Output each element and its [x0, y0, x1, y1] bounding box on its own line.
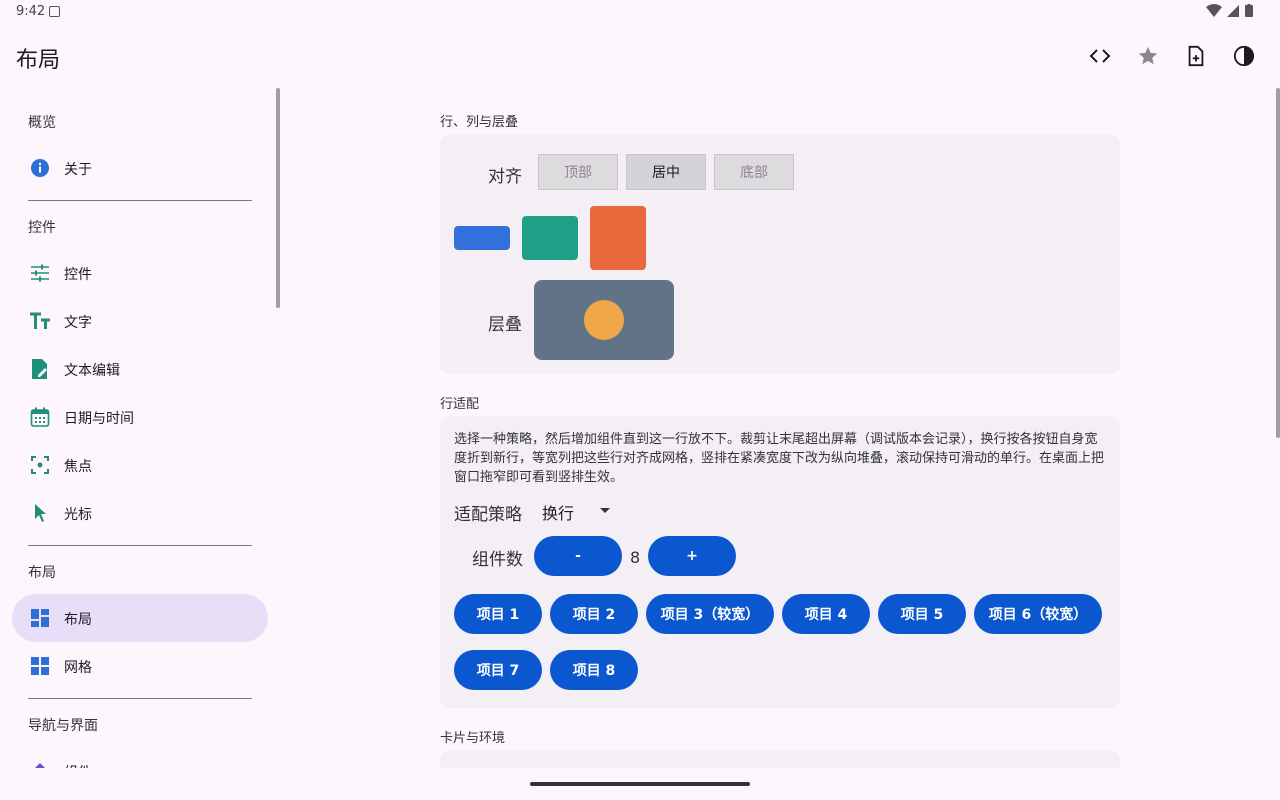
info-icon: [28, 156, 52, 180]
pointer-icon: [28, 501, 52, 525]
status-icons: [1206, 4, 1254, 18]
divider: [28, 200, 252, 201]
align-center-button[interactable]: 居中: [626, 154, 706, 190]
item-chip[interactable]: 项目 8: [550, 650, 638, 690]
item-chip[interactable]: 项目 5: [878, 594, 966, 634]
count-label: 组件数: [472, 550, 523, 570]
sidebar-item-label: 光标: [64, 507, 92, 523]
demo-box-teal: [522, 216, 578, 260]
sidebar-scrollbar[interactable]: [276, 88, 280, 308]
divider: [28, 545, 252, 546]
sidebar-item-text[interactable]: 文字: [12, 297, 268, 345]
new-document-button[interactable]: [1180, 40, 1212, 72]
sidebar-item-date-time[interactable]: 日期与时间: [12, 393, 268, 441]
sidebar-item-label: 控件: [64, 267, 92, 283]
count-value: 8: [630, 548, 641, 567]
theme-toggle-button[interactable]: [1228, 40, 1260, 72]
favorite-button[interactable]: [1132, 40, 1164, 72]
stack-circle: [584, 300, 624, 340]
increment-button[interactable]: +: [648, 536, 736, 576]
sidebar-item-controls[interactable]: 控件: [12, 249, 268, 297]
align-bottom-button[interactable]: 底部: [714, 154, 794, 190]
cell-signal-icon: [1227, 5, 1239, 17]
row-fit-description: 选择一种策略，然后增加组件直到这一行放不下。裁剪让末尾超出屏幕（调试版本会记录）…: [454, 432, 1105, 485]
battery-icon: [1245, 4, 1253, 17]
rows-card: 对齐 顶部 居中 底部 层叠: [440, 134, 1120, 374]
page-title: 布局: [16, 48, 61, 73]
strategy-label: 适配策略: [454, 505, 522, 525]
strategy-value: 换行: [542, 504, 575, 523]
sidebar-item-grid[interactable]: 网格: [12, 642, 268, 690]
sidebar-item-layout[interactable]: 布局: [12, 594, 268, 642]
center-focus-icon: [28, 453, 52, 477]
app-bar-actions: [1084, 40, 1260, 72]
stack-demo: [534, 280, 674, 360]
section-title-cards: 卡片与环境: [440, 731, 506, 746]
sidebar-item-text-editing[interactable]: 文本编辑: [12, 345, 268, 393]
demo-box-blue: [454, 226, 510, 250]
section-heading-overview: 概览: [28, 115, 56, 131]
grid-icon: [28, 654, 52, 678]
tune-icon: [28, 261, 52, 285]
diamond-icon: [28, 759, 52, 768]
home-indicator[interactable]: [530, 782, 750, 786]
code-button[interactable]: [1084, 40, 1116, 72]
section-heading-layout: 布局: [28, 565, 56, 581]
row-fit-card: 选择一种策略，然后增加组件直到这一行放不下。裁剪让末尾超出屏幕（调试版本会记录）…: [440, 416, 1120, 708]
item-chip[interactable]: 项目 7: [454, 650, 542, 690]
navigation-sidebar: 概览 关于 控件 控件 文字 文本编辑 日期与时间 焦点 光标 布局 布局 网格…: [0, 88, 280, 768]
wifi-icon: [1206, 4, 1222, 17]
item-chip[interactable]: 项目 1: [454, 594, 542, 634]
sidebar-item-label: 关于: [64, 162, 92, 178]
align-label: 对齐: [488, 167, 522, 187]
stack-label: 层叠: [488, 315, 522, 335]
edit-document-icon: [28, 357, 52, 381]
decrement-button[interactable]: -: [534, 536, 622, 576]
sidebar-item-cursor[interactable]: 光标: [12, 489, 268, 537]
screenshot-notification-icon: [49, 6, 60, 17]
sidebar-item-label: 文字: [64, 315, 92, 331]
divider: [28, 698, 252, 699]
sidebar-item-label: 布局: [64, 612, 92, 628]
main-scrollbar[interactable]: [1276, 88, 1280, 438]
dropdown-arrow-icon: [600, 508, 610, 513]
star-icon: [1138, 46, 1158, 65]
section-heading-controls: 控件: [28, 220, 56, 236]
text-fields-icon: [28, 309, 52, 333]
demo-box-orange: [590, 206, 646, 270]
sidebar-item-label: 文本编辑: [64, 363, 120, 379]
sidebar-item-label: 组件: [64, 762, 92, 768]
cards-card: [440, 750, 1120, 768]
align-top-button[interactable]: 顶部: [538, 154, 618, 190]
code-icon: [1089, 49, 1111, 63]
section-title-rows: 行、列与层叠: [440, 115, 519, 130]
item-chip[interactable]: 项目 6（较宽）: [974, 594, 1102, 634]
item-chip[interactable]: 项目 4: [782, 594, 870, 634]
dashboard-icon: [28, 606, 52, 630]
contrast-icon: [1233, 45, 1255, 67]
sidebar-item-focus[interactable]: 焦点: [12, 441, 268, 489]
status-bar: 9:42: [0, 0, 1280, 24]
sidebar-item-about[interactable]: 关于: [12, 144, 268, 192]
calendar-icon: [28, 405, 52, 429]
sidebar-item-label: 焦点: [64, 459, 92, 475]
sidebar-item-label: 日期与时间: [64, 411, 134, 427]
status-time: 9:42: [16, 4, 46, 19]
section-heading-navigation: 导航与界面: [28, 718, 98, 734]
note-add-icon: [1188, 45, 1204, 67]
sidebar-item-components[interactable]: 组件: [12, 747, 268, 768]
item-chip[interactable]: 项目 3（较宽）: [646, 594, 774, 634]
section-title-row-fit: 行适配: [440, 397, 480, 412]
sidebar-item-label: 网格: [64, 660, 92, 676]
item-chip[interactable]: 项目 2: [550, 594, 638, 634]
